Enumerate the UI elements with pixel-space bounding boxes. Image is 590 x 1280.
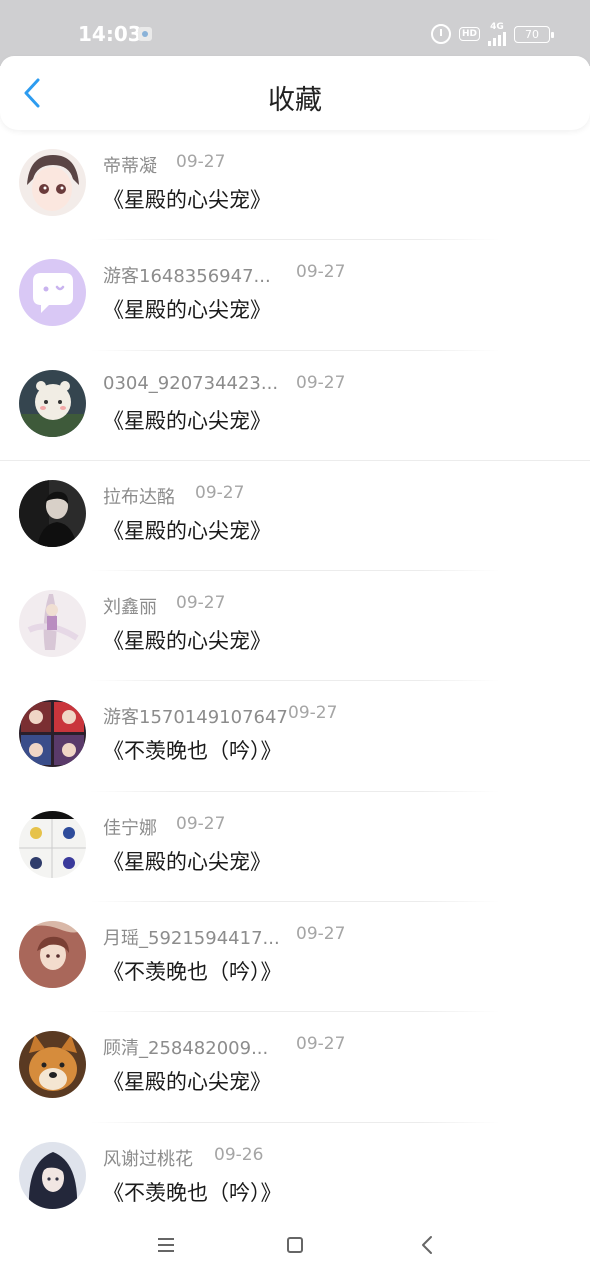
page-title: 收藏 bbox=[268, 85, 322, 116]
date: 09-27 bbox=[296, 1034, 346, 1055]
list-item[interactable]: 拉布达酩 09-27 《星殿的心尖宠》 bbox=[0, 461, 590, 572]
network-type: 4G bbox=[490, 22, 504, 32]
avatar[interactable] bbox=[19, 700, 86, 768]
username[interactable]: 0304_920734423... bbox=[103, 373, 278, 394]
back-triangle-icon[interactable] bbox=[418, 1234, 438, 1256]
date: 09-27 bbox=[296, 372, 346, 393]
menu-icon[interactable] bbox=[158, 1238, 174, 1252]
avatar[interactable] bbox=[19, 149, 86, 216]
username[interactable]: 佳宁娜 bbox=[103, 814, 157, 840]
book-title[interactable]: 《星殿的心尖宠》 bbox=[103, 1066, 271, 1096]
favorites-list: 帝蒂凝 09-27 《星殿的心尖宠》 游客1648356947... 09-27… bbox=[0, 130, 590, 1233]
list-item[interactable]: 游客1648356947... 09-27 《星殿的心尖宠》 bbox=[0, 240, 590, 351]
date: 09-27 bbox=[296, 924, 346, 945]
date: 09-27 bbox=[288, 703, 338, 724]
avatar[interactable] bbox=[19, 810, 86, 878]
book-title[interactable]: 《不羡晚也（吟）》 bbox=[103, 1177, 282, 1207]
avatar[interactable] bbox=[19, 1031, 86, 1099]
list-item[interactable]: 顾清_258482009... 09-27 《星殿的心尖宠》 bbox=[0, 1012, 590, 1123]
date: 09-27 bbox=[195, 482, 245, 503]
book-title[interactable]: 《星殿的心尖宠》 bbox=[103, 515, 271, 545]
avatar[interactable] bbox=[19, 479, 86, 547]
date: 09-27 bbox=[176, 152, 226, 172]
list-item[interactable]: 帝蒂凝 09-27 《星殿的心尖宠》 bbox=[0, 130, 590, 241]
list-item[interactable]: 0304_920734423... 09-27 《星殿的心尖宠》 bbox=[0, 351, 590, 461]
avatar[interactable] bbox=[19, 259, 86, 327]
home-square-icon[interactable] bbox=[287, 1237, 303, 1253]
date: 09-27 bbox=[176, 593, 226, 614]
book-title[interactable]: 《星殿的心尖宠》 bbox=[103, 405, 271, 435]
list-item[interactable]: 游客1570149107647 09-27 《不羡晚也（吟）》 bbox=[0, 681, 590, 792]
system-nav-bar bbox=[0, 1210, 590, 1280]
avatar[interactable] bbox=[19, 921, 86, 989]
book-title[interactable]: 《星殿的心尖宠》 bbox=[103, 625, 271, 655]
date: 09-26 bbox=[214, 1144, 264, 1165]
list-item[interactable]: 月瑶_5921594417... 09-27 《不羡晚也（吟）》 bbox=[0, 902, 590, 1013]
username[interactable]: 顾清_258482009... bbox=[103, 1034, 268, 1060]
status-indicators: HD 4G 70 bbox=[430, 22, 554, 46]
alarm-icon bbox=[430, 24, 451, 44]
username[interactable]: 刘鑫丽 bbox=[103, 593, 157, 619]
header: 收藏 bbox=[0, 56, 590, 130]
battery-icon: 70 bbox=[514, 25, 554, 43]
list-item[interactable]: 刘鑫丽 09-27 《星殿的心尖宠》 bbox=[0, 571, 590, 682]
book-title[interactable]: 《星殿的心尖宠》 bbox=[103, 184, 271, 214]
username[interactable]: 月瑶_5921594417... bbox=[103, 924, 280, 950]
signal-icon: 4G bbox=[488, 22, 506, 46]
book-title[interactable]: 《不羡晚也（吟）》 bbox=[103, 956, 282, 986]
book-title[interactable]: 《星殿的心尖宠》 bbox=[103, 846, 271, 876]
avatar[interactable] bbox=[19, 590, 86, 658]
list-item[interactable]: 佳宁娜 09-27 《星殿的心尖宠》 bbox=[0, 792, 590, 903]
avatar[interactable] bbox=[19, 369, 86, 437]
book-title[interactable]: 《星殿的心尖宠》 bbox=[103, 294, 271, 324]
status-time: 14:03 bbox=[78, 22, 142, 46]
battery-level: 70 bbox=[525, 27, 539, 41]
username[interactable]: 拉布达酩 bbox=[103, 483, 175, 509]
date: 09-27 bbox=[176, 813, 226, 834]
username[interactable]: 风谢过桃花 bbox=[103, 1145, 193, 1171]
username[interactable]: 游客1570149107647 bbox=[103, 703, 288, 729]
hd-icon: HD bbox=[458, 27, 480, 41]
avatar[interactable] bbox=[19, 1141, 86, 1209]
username[interactable]: 帝蒂凝 bbox=[103, 152, 157, 178]
book-title[interactable]: 《不羡晚也（吟）》 bbox=[103, 735, 282, 765]
app-notification-icon bbox=[138, 27, 152, 41]
username[interactable]: 游客1648356947... bbox=[103, 262, 271, 288]
date: 09-27 bbox=[296, 262, 346, 283]
